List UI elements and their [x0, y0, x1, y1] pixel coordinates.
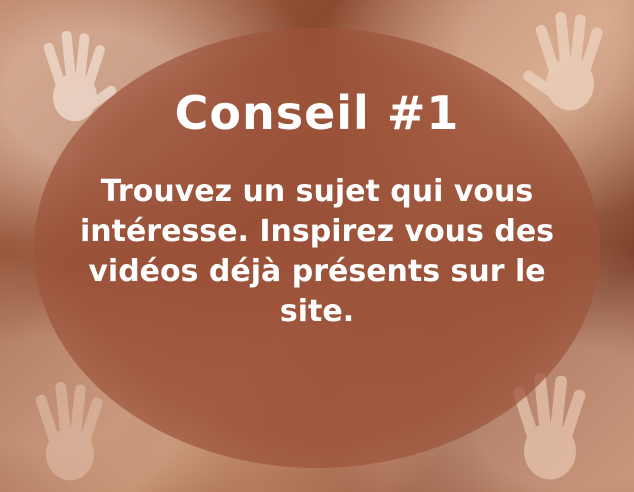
message-line: Trouvez un sujet qui vous: [100, 174, 534, 209]
message-line: vidéos déjà présents sur le: [88, 254, 546, 289]
cave-hands-background: Conseil #1 Trouvez un sujet qui vous int…: [0, 0, 634, 492]
message-line: intéresse. Inspirez vous des: [79, 214, 555, 249]
poster-title: Conseil #1: [174, 86, 460, 140]
message-line: site.: [279, 294, 355, 329]
poster-message: Trouvez un sujet qui vous intéresse. Ins…: [40, 172, 594, 332]
